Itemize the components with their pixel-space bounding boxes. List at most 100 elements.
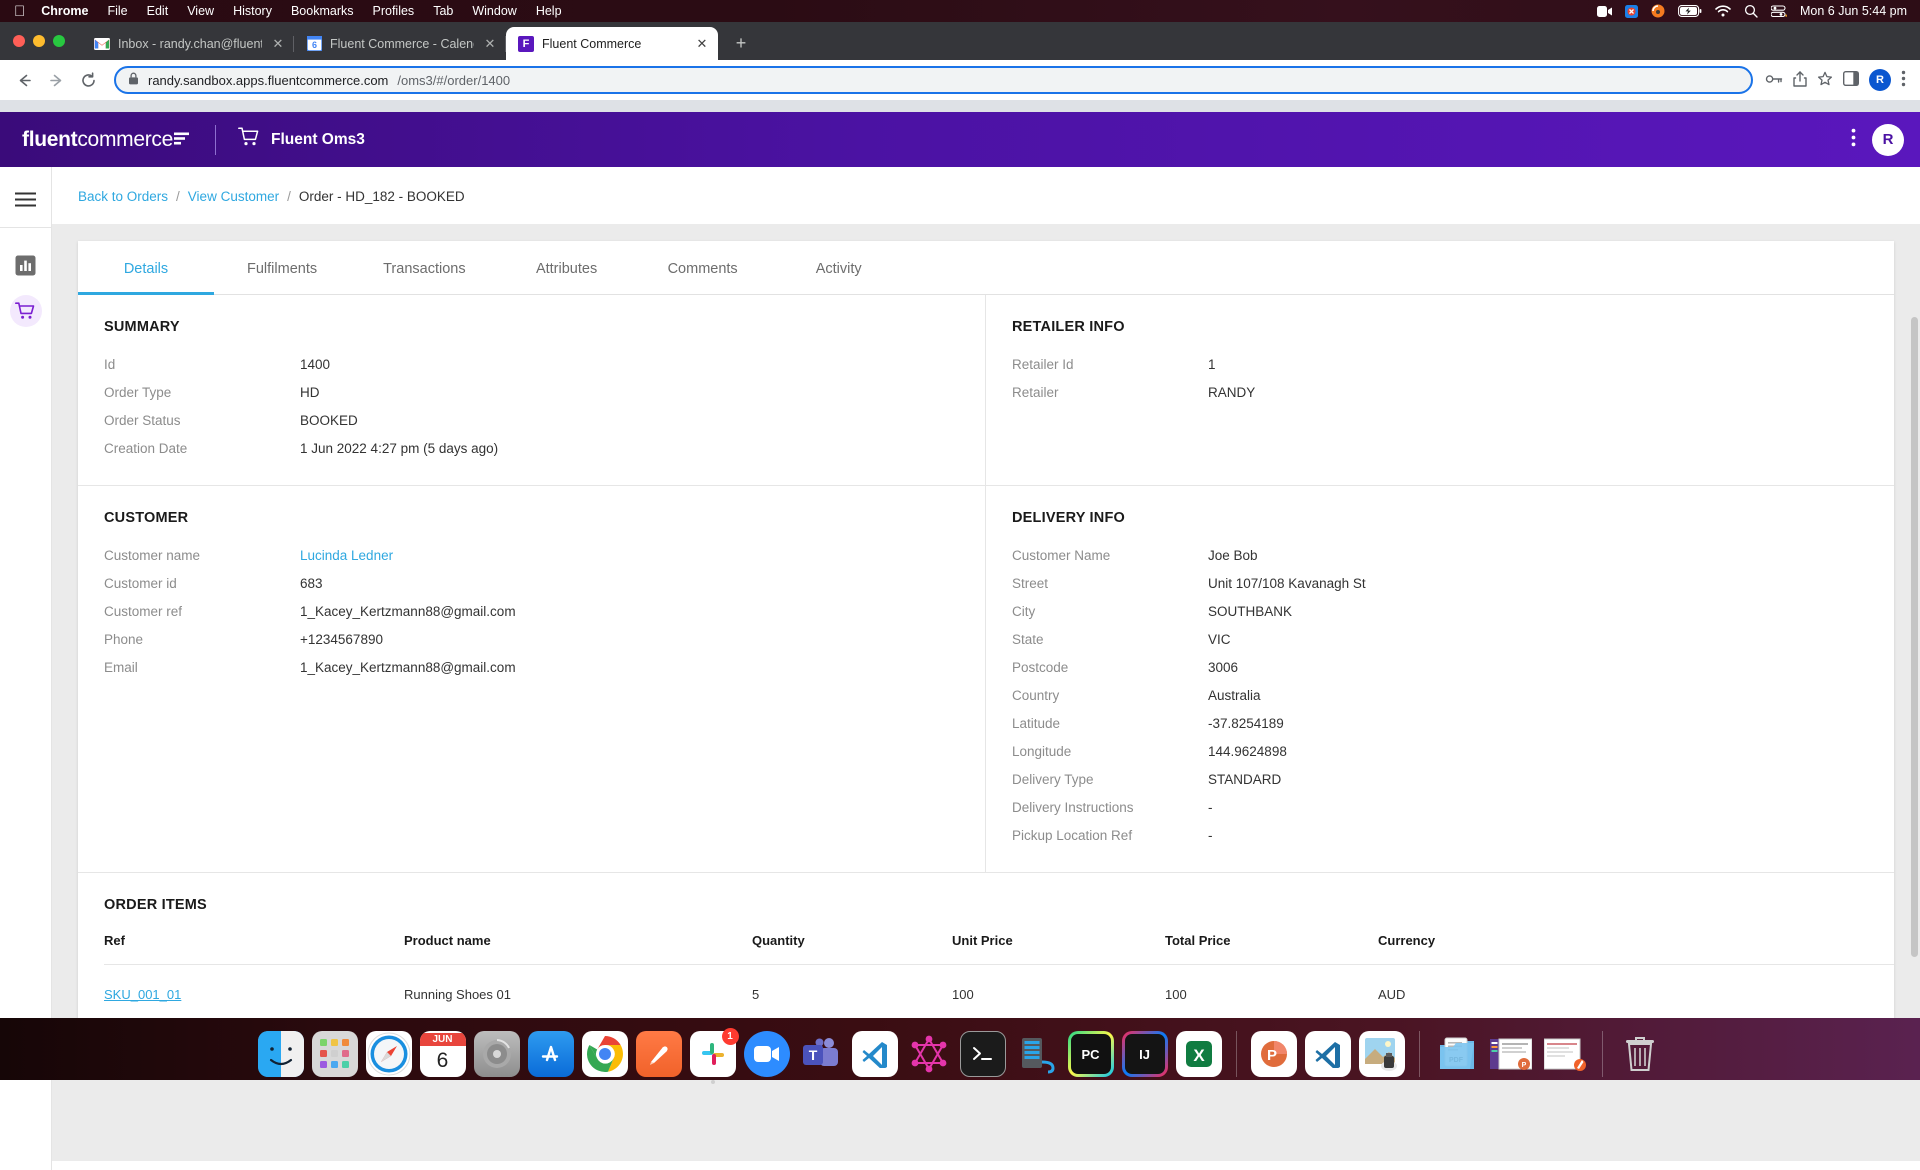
dock-item-slack[interactable]: 1 xyxy=(690,1031,736,1077)
fluentcommerce-logo[interactable]: fluentcommerce xyxy=(22,128,191,152)
menu-history[interactable]: History xyxy=(233,4,272,18)
tab-fulfilments[interactable]: Fulfilments xyxy=(247,241,317,294)
password-key-icon[interactable] xyxy=(1765,72,1783,89)
order-item-ref-link[interactable]: SKU_001_01 xyxy=(104,987,181,1002)
section-title-retailer-info: RETAILER INFO xyxy=(1012,319,1894,335)
sidebar-item-reports[interactable] xyxy=(0,242,51,288)
kebab-menu-icon[interactable] xyxy=(1851,128,1856,152)
maximize-window-button[interactable] xyxy=(53,35,65,47)
close-tab-icon[interactable]: ✕ xyxy=(694,36,710,52)
dock-item-graphql[interactable] xyxy=(906,1031,952,1077)
close-tab-icon[interactable]: ✕ xyxy=(482,36,498,52)
sidebar-item-orders[interactable] xyxy=(0,288,51,334)
dock-item-preview[interactable] xyxy=(1359,1031,1405,1077)
dock-item-terminal[interactable] xyxy=(960,1031,1006,1077)
search-icon[interactable] xyxy=(1744,4,1758,18)
page-scrollbar[interactable] xyxy=(1911,317,1918,957)
dock-item-pycharm[interactable]: PC xyxy=(1068,1031,1114,1077)
share-icon[interactable] xyxy=(1793,71,1807,90)
vpn-icon[interactable] xyxy=(1651,4,1665,18)
field-delivery-type: Delivery TypeSTANDARD xyxy=(1012,766,1894,794)
menu-edit[interactable]: Edit xyxy=(147,4,169,18)
dock-item-trash[interactable] xyxy=(1617,1031,1663,1077)
reload-icon[interactable] xyxy=(74,66,102,94)
dock-item-system-preferences[interactable] xyxy=(474,1031,520,1077)
forward-icon[interactable] xyxy=(42,66,70,94)
field-value: - xyxy=(1208,822,1213,850)
dock-item-downloads-stack[interactable]: PDF xyxy=(1434,1031,1480,1077)
field-email: Email1_Kacey_Kertzmann88@gmail.com xyxy=(104,654,985,682)
new-tab-button[interactable]: + xyxy=(728,33,754,54)
dock-item-launchpad[interactable] xyxy=(312,1031,358,1077)
battery-icon[interactable] xyxy=(1678,5,1702,17)
field-label: Pickup Location Ref xyxy=(1012,822,1208,850)
close-tab-icon[interactable]: ✕ xyxy=(270,36,286,52)
dock-item-window-stack-2[interactable] xyxy=(1542,1031,1588,1077)
dock-item-calendar[interactable]: JUN 6 xyxy=(420,1031,466,1077)
dock-item-finder[interactable] xyxy=(258,1031,304,1077)
browser-tab-calendar[interactable]: 6 Fluent Commerce - Calendar - ✕ xyxy=(294,27,506,60)
dock-item-safari[interactable] xyxy=(366,1031,412,1077)
dock-item-window-stack-1[interactable]: P xyxy=(1488,1031,1534,1077)
breadcrumb-view-customer[interactable]: View Customer xyxy=(188,189,279,204)
field-value: BOOKED xyxy=(300,407,358,435)
dock-item-postman[interactable] xyxy=(636,1031,682,1077)
field-longitude: Longitude144.9624898 xyxy=(1012,738,1894,766)
browser-toolbar: randy.sandbox.apps.fluentcommerce.com/om… xyxy=(0,60,1920,100)
dock-item-intellij-idea[interactable]: IJ xyxy=(1122,1031,1168,1077)
breadcrumb-back-to-orders[interactable]: Back to Orders xyxy=(78,189,168,204)
video-icon[interactable] xyxy=(1597,6,1612,17)
field-label: Customer ref xyxy=(104,598,300,626)
tab-attributes[interactable]: Attributes xyxy=(532,241,602,294)
browser-tab-gmail[interactable]: Inbox - randy.chan@fluentcom ✕ xyxy=(82,27,294,60)
wifi-icon[interactable] xyxy=(1715,5,1731,17)
user-avatar[interactable]: R xyxy=(1872,124,1904,156)
gmail-icon xyxy=(94,36,110,52)
close-window-button[interactable] xyxy=(13,35,25,47)
svg-text:T: T xyxy=(808,1047,817,1063)
browser-tab-title: Inbox - randy.chan@fluentcom xyxy=(118,37,262,51)
tab-details[interactable]: Details xyxy=(111,241,181,294)
dock-item-microsoft-teams[interactable]: T xyxy=(798,1031,844,1077)
dock-divider xyxy=(1236,1031,1237,1077)
side-panel-icon[interactable] xyxy=(1843,71,1859,89)
dock-item-app-store[interactable] xyxy=(528,1031,574,1077)
tab-activity[interactable]: Activity xyxy=(804,241,874,294)
address-bar[interactable]: randy.sandbox.apps.fluentcommerce.com/om… xyxy=(114,66,1753,94)
minimize-window-button[interactable] xyxy=(33,35,45,47)
dock-item-excel[interactable]: X xyxy=(1176,1031,1222,1077)
menu-chrome[interactable]: Chrome xyxy=(41,4,88,18)
dock-item-server[interactable] xyxy=(1014,1031,1060,1077)
field-customer-ref: Customer ref1_Kacey_Kertzmann88@gmail.co… xyxy=(104,598,985,626)
control-center-icon[interactable] xyxy=(1771,5,1787,18)
menu-help[interactable]: Help xyxy=(536,4,562,18)
kebab-menu-icon[interactable] xyxy=(1901,70,1906,90)
menu-bookmarks[interactable]: Bookmarks xyxy=(291,4,354,18)
back-icon[interactable] xyxy=(10,66,38,94)
hamburger-menu-button[interactable] xyxy=(0,181,51,223)
dock-item-vscode-insiders[interactable] xyxy=(1305,1031,1351,1077)
apple-icon[interactable]:  xyxy=(14,4,25,19)
tab-transactions[interactable]: Transactions xyxy=(383,241,465,294)
dock-item-visual-studio-code[interactable] xyxy=(852,1031,898,1077)
table-row[interactable]: SKU_001_01 Running Shoes 01 5 100 100 AU… xyxy=(104,965,1894,1020)
window-traffic-lights[interactable] xyxy=(13,35,65,47)
field-label: Delivery Instructions xyxy=(1012,794,1208,822)
chrome-profile-avatar[interactable]: R xyxy=(1869,69,1891,91)
browser-tab-fluent-commerce[interactable]: F Fluent Commerce ✕ xyxy=(506,27,718,60)
menu-file[interactable]: File xyxy=(107,4,127,18)
dock-item-powerpoint[interactable]: P xyxy=(1251,1031,1297,1077)
field-value: RANDY xyxy=(1208,379,1255,407)
tab-comments[interactable]: Comments xyxy=(668,241,738,294)
menu-window[interactable]: Window xyxy=(472,4,516,18)
dock-item-google-chrome[interactable] xyxy=(582,1031,628,1077)
field-label: Longitude xyxy=(1012,738,1208,766)
menu-tab[interactable]: Tab xyxy=(433,4,453,18)
customer-name-link[interactable]: Lucinda Ledner xyxy=(300,542,393,570)
menu-profiles[interactable]: Profiles xyxy=(373,4,415,18)
dock-item-zoom[interactable] xyxy=(744,1031,790,1077)
bookmark-star-icon[interactable] xyxy=(1817,71,1833,90)
field-value: 1 Jun 2022 4:27 pm (5 days ago) xyxy=(300,435,498,463)
menu-view[interactable]: View xyxy=(187,4,214,18)
firewall-icon[interactable] xyxy=(1625,5,1638,18)
